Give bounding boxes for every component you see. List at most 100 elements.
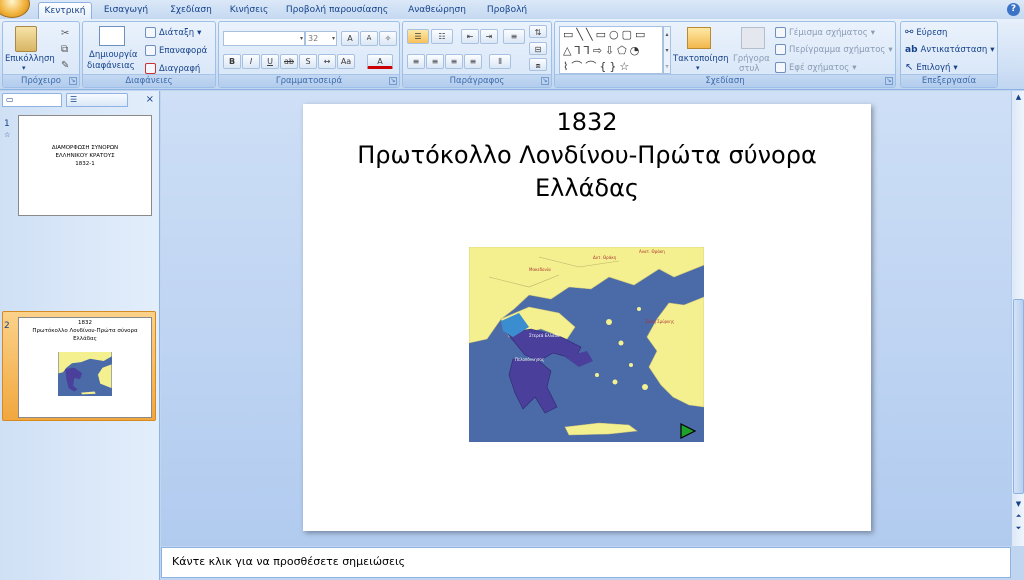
align-left-button[interactable]: ≡ — [407, 54, 425, 69]
arrange-icon[interactable] — [687, 27, 711, 49]
help-icon[interactable]: ? — [1007, 3, 1020, 16]
shapes-gallery[interactable]: ▭╲╲▭○▢▭ △⅂⅂⇨⇩⬠◔ ⌇⌒⌒{}☆ — [559, 26, 663, 74]
slides-tab-icon: ▭ — [6, 95, 14, 104]
cut-icon[interactable]: ✂ — [61, 28, 69, 39]
new-slide-button-line2[interactable]: διαφάνειας — [87, 61, 135, 71]
tab-insert[interactable]: Εισαγωγή — [98, 2, 154, 19]
arrange-button[interactable]: Τακτοποίηση — [673, 54, 728, 64]
tab-view[interactable]: Προβολή — [482, 2, 532, 19]
quick-styles-icon[interactable] — [741, 27, 765, 49]
select-button[interactable]: ↖ Επιλογή ▾ — [905, 61, 958, 74]
smartart-button[interactable]: ⧈ — [529, 58, 547, 71]
new-slide-button[interactable]: Δημιουργία — [89, 50, 138, 60]
new-slide-icon[interactable] — [99, 26, 125, 46]
layout-icon — [145, 27, 156, 38]
greece-1832-map-image[interactable]: Μακεδονία Δυτ. Θράκη Ανατ. Θράκη Στερεά … — [469, 247, 704, 442]
text-direction-button[interactable]: ⇅ — [529, 25, 547, 38]
tab-slides-panel[interactable]: ▭ — [2, 93, 62, 107]
reset-button[interactable]: Επαναφορά — [145, 44, 207, 57]
format-painter-icon[interactable]: ✎ — [61, 60, 69, 71]
group-drawing: ▭╲╲▭○▢▭ △⅂⅂⇨⇩⬠◔ ⌇⌒⌒{}☆ ▴ ▾ ▿ Τακτοποίηση ▾ Γ… — [554, 21, 896, 88]
copy-icon[interactable]: ⧉ — [61, 44, 68, 55]
thumb-line: Ελλάδας — [73, 336, 97, 342]
shape-fill-button[interactable]: Γέμισμα σχήματος ▾ — [775, 26, 875, 39]
font-size-combo[interactable]: 32 ▾ — [305, 31, 337, 46]
paste-dropdown-icon[interactable]: ▾ — [22, 64, 26, 72]
italic-button[interactable]: I — [242, 54, 260, 69]
slide-title[interactable]: 1832 Πρωτόκολλο Λονδίνου-Πρώτα σύνορα Ελ… — [303, 106, 871, 205]
columns-button[interactable]: ⫴ — [489, 54, 511, 69]
group-paragraph: ☰ ☷ ⇤ ⇥ ≡ ⇅ ⊟ ≡ ≡ ≡ ≡ ⫴ ⧈ Παράγραφος ↘ — [402, 21, 552, 88]
underline-button[interactable]: U — [261, 54, 279, 69]
slide-thumbnail-2[interactable]: 1832 Πρωτόκολλο Λονδίνου-Πρώτα σύνορα Ελ… — [18, 317, 152, 418]
scrollbar-thumb[interactable] — [1013, 299, 1024, 494]
decrease-indent-button[interactable]: ⇤ — [461, 29, 479, 44]
paste-icon[interactable] — [15, 26, 37, 52]
thumb-line: Πρωτόκολλο Λονδίνου-Πρώτα σύνορα — [32, 328, 138, 334]
align-right-button[interactable]: ≡ — [445, 54, 463, 69]
tab-animations[interactable]: Κινήσεις — [226, 2, 272, 19]
replace-label: Αντικατάσταση — [920, 44, 988, 55]
current-slide[interactable]: 1832 Πρωτόκολλο Λονδίνου-Πρώτα σύνορα Ελ… — [303, 104, 871, 531]
delete-label: Διαγραφή — [159, 63, 201, 74]
quick-styles-button-line2[interactable]: στυλ — [739, 64, 759, 74]
character-spacing-button[interactable]: ↔ — [318, 54, 336, 69]
tab-design[interactable]: Σχεδίαση — [164, 2, 218, 19]
tab-outline-panel[interactable]: ☰ — [66, 93, 128, 107]
shape-effects-button[interactable]: Εφέ σχήματος ▾ — [775, 61, 857, 74]
font-launcher-icon[interactable]: ↘ — [389, 77, 397, 85]
shrink-font-button[interactable]: A — [360, 31, 378, 46]
drawing-launcher-icon[interactable]: ↘ — [885, 77, 893, 85]
shapes-scroll[interactable]: ▴ ▾ ▿ — [663, 26, 671, 74]
tab-slide-show[interactable]: Προβολή παρουσίασης — [284, 2, 390, 19]
slide-thumbnail-1[interactable]: ΔΙΑΜΟΡΦΩΣΗ ΣΥΝΟΡΩΝ ΕΛΛΗΝΙΚΟΥ ΚΡΑΤΟΥΣ 183… — [18, 115, 152, 216]
replace-icon: ab — [905, 44, 918, 55]
notes-pane[interactable]: Κάντε κλικ για να προσθέσετε σημειώσεις — [161, 547, 1011, 578]
scroll-down-icon[interactable]: ▼ — [1013, 499, 1024, 510]
shape-outline-button[interactable]: Περίγραμμα σχήματος ▾ — [775, 43, 893, 56]
tab-home[interactable]: Κεντρική — [38, 2, 92, 19]
chevron-down-icon: ▾ — [331, 35, 335, 42]
cursor-icon: ↖ — [905, 62, 914, 73]
line-spacing-button[interactable]: ≡ — [503, 29, 525, 44]
clear-formatting-button[interactable]: ✧ — [379, 31, 397, 46]
replace-button[interactable]: ab Αντικατάσταση ▾ — [905, 43, 995, 56]
map-drawing — [469, 247, 704, 442]
layout-button[interactable]: Διάταξη ▾ — [145, 26, 201, 39]
align-center-button[interactable]: ≡ — [426, 54, 444, 69]
scroll-up-icon[interactable]: ▲ — [1013, 92, 1024, 103]
close-icon[interactable]: × — [146, 94, 154, 105]
group-slides: Δημιουργία διαφάνειας Διάταξη ▾ Επαναφορά… — [82, 21, 216, 88]
justify-button[interactable]: ≡ — [464, 54, 482, 69]
clipboard-launcher-icon[interactable]: ↘ — [69, 77, 77, 85]
next-slide-icon[interactable]: ⏷ — [1013, 523, 1024, 534]
slide-number: 2 — [4, 321, 10, 331]
paste-button[interactable]: Επικόλληση — [5, 54, 55, 64]
bullets-button[interactable]: ☰ — [407, 29, 429, 44]
previous-slide-icon[interactable]: ⏶ — [1013, 511, 1024, 522]
transition-star-icon: ☆ — [4, 131, 11, 139]
slide-title-line: Πρωτόκολλο Λονδίνου-Πρώτα σύνορα — [357, 141, 817, 169]
bold-button[interactable]: B — [223, 54, 241, 69]
vertical-scrollbar[interactable]: ▲ ▼ ⏶ ⏷ — [1011, 91, 1024, 546]
quick-styles-button[interactable]: Γρήγορα — [733, 54, 770, 64]
paragraph-launcher-icon[interactable]: ↘ — [541, 77, 549, 85]
slide-title-line: 1832 — [556, 108, 618, 136]
effects-icon — [775, 62, 786, 73]
numbering-button[interactable]: ☷ — [431, 29, 453, 44]
grow-font-button[interactable]: A — [341, 31, 359, 46]
group-clipboard: Επικόλληση ▾ ✂ ⧉ ✎ Πρόχειρο ↘ — [2, 21, 80, 88]
font-name-combo[interactable]: ▾ — [223, 31, 305, 46]
increase-indent-button[interactable]: ⇥ — [480, 29, 498, 44]
chevron-down-icon: ▾ — [870, 27, 875, 38]
change-case-button[interactable]: Aa — [337, 54, 355, 69]
find-button[interactable]: ⚯ Εύρεση — [905, 26, 947, 39]
tab-review[interactable]: Αναθεώρηση — [402, 2, 472, 19]
play-icon[interactable] — [679, 423, 697, 439]
outline-tab-icon: ☰ — [70, 95, 78, 104]
font-color-button[interactable]: A — [367, 54, 393, 69]
align-text-button[interactable]: ⊟ — [529, 42, 547, 55]
strikethrough-button[interactable]: ab — [280, 54, 298, 69]
shadow-button[interactable]: S — [299, 54, 317, 69]
office-button[interactable] — [0, 0, 30, 18]
